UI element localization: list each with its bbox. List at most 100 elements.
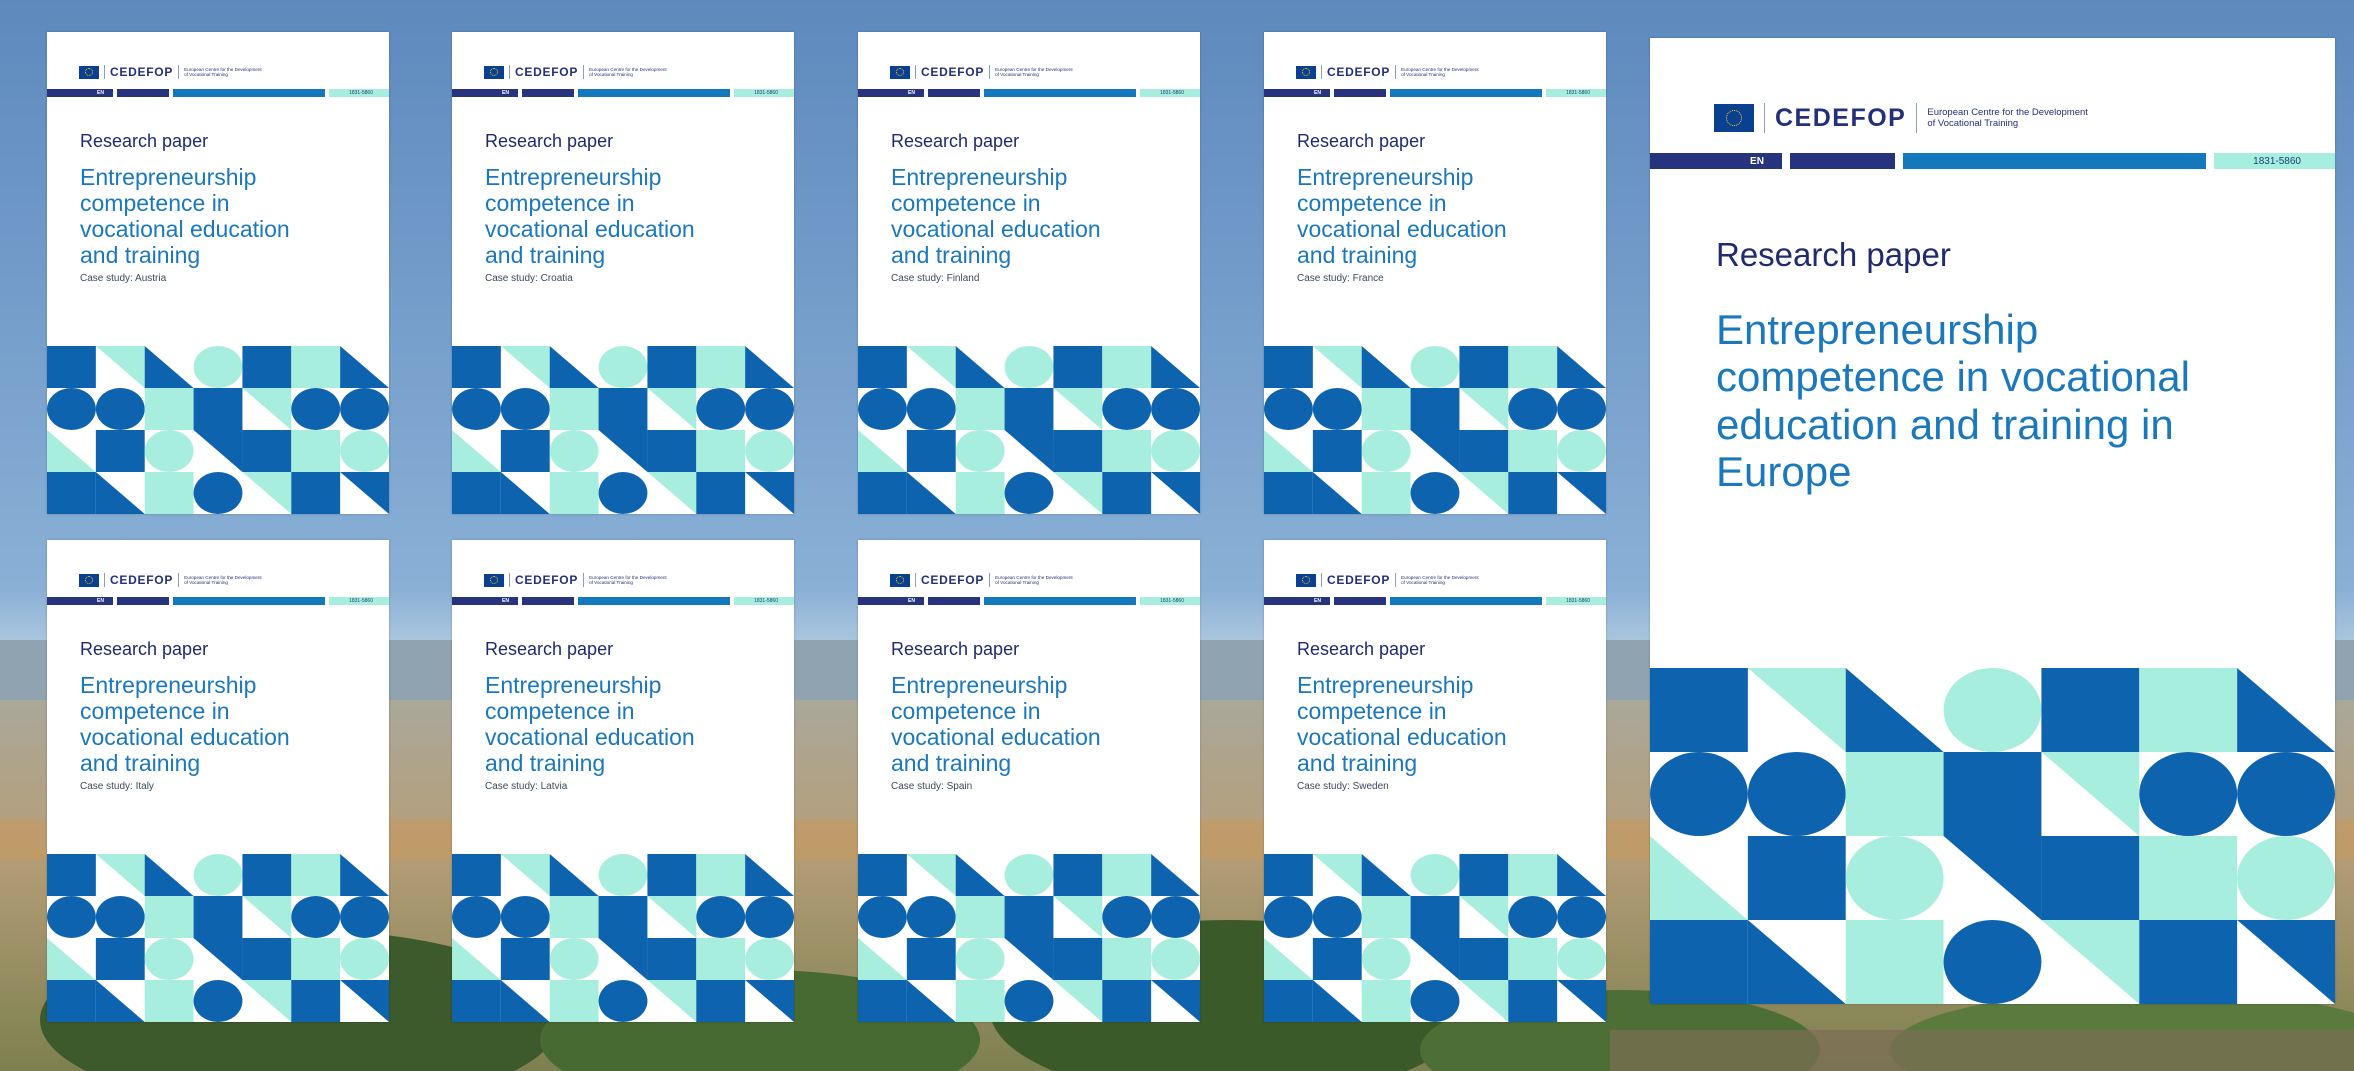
pattern-shape <box>452 854 501 896</box>
case-study-cover[interactable]: CEDEFOP European Centre for the Developm… <box>1264 540 1606 1022</box>
eu-flag-icon <box>890 573 910 587</box>
pattern-shape <box>95 896 145 938</box>
case-study-cover[interactable]: CEDEFOP European Centre for the Developm… <box>858 540 1200 1022</box>
pattern-shape <box>1053 430 1103 472</box>
pattern-shape <box>549 854 599 896</box>
header-band: EN 1831-5860 <box>1264 89 1606 97</box>
pattern-shape <box>47 472 96 514</box>
pattern-shape <box>242 938 292 980</box>
language-badge: EN <box>88 597 113 605</box>
pattern-shape <box>955 938 1005 980</box>
pattern-shape <box>95 388 145 430</box>
pattern-shape <box>1459 896 1509 938</box>
pattern-shape <box>1312 472 1362 514</box>
language-badge: EN <box>493 89 518 97</box>
pattern-shape <box>1151 938 1200 980</box>
pattern-shape <box>1557 430 1606 472</box>
cedefop-brand: CEDEFOP European Centre for the Developm… <box>1296 572 1479 588</box>
pattern-shape <box>647 938 697 980</box>
geometric-pattern-graphic <box>858 346 1200 514</box>
pattern-shape <box>906 854 956 896</box>
pattern-shape <box>47 854 96 896</box>
pattern-shape <box>1747 668 1846 752</box>
pattern-shape <box>1004 472 1054 514</box>
report-title: Entrepreneurship competence in vocationa… <box>891 164 1101 268</box>
pattern-shape <box>1361 896 1411 938</box>
case-study-cover[interactable]: CEDEFOP European Centre for the Developm… <box>47 540 389 1022</box>
pattern-shape <box>1102 896 1152 938</box>
pattern-shape <box>144 854 194 896</box>
report-type-label: Research paper <box>891 131 1020 151</box>
language-badge: EN <box>899 89 924 97</box>
case-study-cover[interactable]: CEDEFOP European Centre for the Developm… <box>452 540 794 1022</box>
pattern-shape <box>1361 938 1411 980</box>
pattern-shape <box>1102 430 1152 472</box>
case-study-country: Case study: Croatia <box>485 273 573 284</box>
pattern-shape <box>340 430 389 472</box>
band-blue <box>578 597 730 605</box>
pattern-shape <box>2041 752 2140 836</box>
pattern-shape <box>955 980 1005 1022</box>
cedefop-logo: CEDEFOP <box>515 65 579 79</box>
pattern-shape <box>1410 430 1460 472</box>
agency-name: European Centre for the Development of V… <box>1401 575 1479 586</box>
case-study-country: Case study: Spain <box>891 781 973 792</box>
pattern-shape <box>955 430 1005 472</box>
pattern-shape <box>340 472 389 514</box>
cedefop-brand: CEDEFOP European Centre for the Developm… <box>79 572 262 588</box>
featured-report-cover[interactable]: CEDEFOP European Centre for the Developm… <box>1650 38 2335 1004</box>
cedefop-brand: CEDEFOP European Centre for the Developm… <box>890 572 1073 588</box>
case-study-cover[interactable]: CEDEFOP European Centre for the Developm… <box>47 32 389 514</box>
brand-separator <box>178 573 180 587</box>
case-study-cover[interactable]: CEDEFOP European Centre for the Developm… <box>1264 32 1606 514</box>
pattern-shape <box>500 896 550 938</box>
pattern-shape <box>1264 346 1313 388</box>
pattern-shape <box>598 854 648 896</box>
pattern-shape <box>500 472 550 514</box>
pattern-shape <box>452 388 501 430</box>
pattern-shape <box>1264 388 1313 430</box>
brand-separator <box>104 573 105 587</box>
pattern-shape <box>1747 920 1846 1004</box>
pattern-shape <box>696 430 746 472</box>
pattern-shape <box>1151 430 1200 472</box>
agency-name-line2: of Vocational Training <box>1401 580 1445 585</box>
pattern-shape <box>1845 668 1944 752</box>
pattern-shape <box>1508 346 1558 388</box>
pattern-shape <box>549 938 599 980</box>
pattern-shape <box>1943 668 2042 752</box>
pattern-shape <box>906 388 956 430</box>
band-gap <box>1782 153 1790 169</box>
agency-name-line2: of Vocational Training <box>184 72 228 77</box>
pattern-shape <box>193 938 243 980</box>
case-study-cover[interactable]: CEDEFOP European Centre for the Developm… <box>858 32 1200 514</box>
pattern-shape <box>95 472 145 514</box>
report-title: Entrepreneurship competence in vocationa… <box>485 164 695 268</box>
pattern-shape <box>1102 854 1152 896</box>
pattern-shape <box>2237 752 2335 836</box>
pattern-shape <box>1053 854 1103 896</box>
pattern-shape <box>2139 920 2238 1004</box>
geometric-pattern <box>858 346 1200 514</box>
pattern-shape <box>598 472 648 514</box>
pattern-shape <box>193 980 243 1022</box>
band-left <box>1264 597 1305 605</box>
case-study-cover[interactable]: CEDEFOP European Centre for the Developm… <box>452 32 794 514</box>
pattern-shape <box>144 430 194 472</box>
pattern-shape <box>1943 836 2042 920</box>
report-type-label: Research paper <box>485 131 614 151</box>
band-left <box>1264 89 1305 97</box>
issn-number: 1831-5860 <box>734 89 794 97</box>
geometric-pattern <box>1264 346 1606 514</box>
report-type-label: Research paper <box>1716 236 1951 273</box>
pattern-shape <box>2041 836 2140 920</box>
brand-separator <box>178 65 180 79</box>
band-left <box>452 597 493 605</box>
pattern-shape <box>2041 920 2140 1004</box>
pattern-shape <box>745 980 794 1022</box>
pattern-shape <box>745 388 794 430</box>
pattern-shape <box>242 430 292 472</box>
pattern-shape <box>696 854 746 896</box>
pattern-shape <box>1410 472 1460 514</box>
geometric-pattern-graphic <box>1264 346 1606 514</box>
